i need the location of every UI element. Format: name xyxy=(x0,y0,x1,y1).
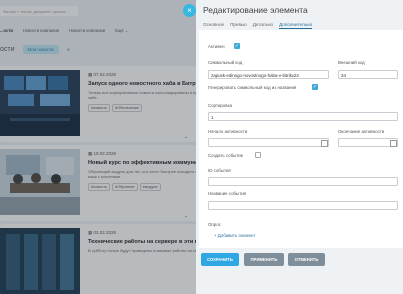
event-name-label: Название события xyxy=(208,191,247,196)
close-icon: × xyxy=(187,6,192,15)
active-checkbox[interactable]: ✓ xyxy=(234,43,240,49)
external-code-label: Внешний код xyxy=(338,60,365,65)
tab-main[interactable]: Основное xyxy=(203,22,224,29)
edit-element-panel: Редактирование элемента Основное Превью … xyxy=(196,0,403,294)
tab-additional[interactable]: Дополнительно xyxy=(279,22,313,29)
create-event-label: Создать событие xyxy=(208,153,244,158)
poll-label: Опрос xyxy=(208,222,221,227)
close-panel-button[interactable]: × xyxy=(183,4,196,17)
start-date-label: Начало активности xyxy=(208,129,248,134)
calendar-icon[interactable] xyxy=(390,139,397,147)
cancel-button[interactable]: ОТМЕНИТЬ xyxy=(288,253,325,266)
tab-preview[interactable]: Превью xyxy=(230,22,247,29)
sort-label: Сортировка xyxy=(208,103,233,108)
code-input[interactable]: zapusk-edinogo-novostnogo-haba-v-bitrikx… xyxy=(208,70,329,79)
overlay-backdrop[interactable] xyxy=(0,0,215,294)
form-body: Активен ✓ Символьный код Внешний код zap… xyxy=(199,30,403,248)
sort-input[interactable]: 1 xyxy=(208,112,398,121)
event-id-input[interactable] xyxy=(208,177,398,186)
generate-code-label: Генерировать символьный код из названия xyxy=(208,85,297,90)
save-button[interactable]: СОХРАНИТЬ xyxy=(201,253,239,266)
event-id-label: ID события xyxy=(208,168,231,173)
background-page: Фильтр + поиск, документ, прочее... ...о… xyxy=(0,0,215,294)
panel-title: Редактирование элемента xyxy=(203,5,308,15)
apply-button[interactable]: ПРИМЕНИТЬ xyxy=(244,253,284,266)
external-code-input[interactable]: 34 xyxy=(338,70,398,79)
end-date-label: Окончание активности xyxy=(338,129,385,134)
add-element-link[interactable]: + Добавить элемент xyxy=(214,233,255,238)
start-date-input[interactable] xyxy=(208,138,329,147)
generate-code-checkbox[interactable]: ✓ xyxy=(312,84,318,90)
active-label: Активен xyxy=(208,44,225,49)
code-label: Символьный код xyxy=(208,60,243,65)
event-name-input[interactable] xyxy=(208,201,398,210)
create-event-checkbox[interactable] xyxy=(255,152,261,158)
panel-tabs: Основное Превью Детально Дополнительно xyxy=(203,22,313,29)
calendar-icon[interactable] xyxy=(321,139,328,147)
end-date-input[interactable] xyxy=(338,138,398,147)
tab-detail[interactable]: Детально xyxy=(253,22,273,29)
